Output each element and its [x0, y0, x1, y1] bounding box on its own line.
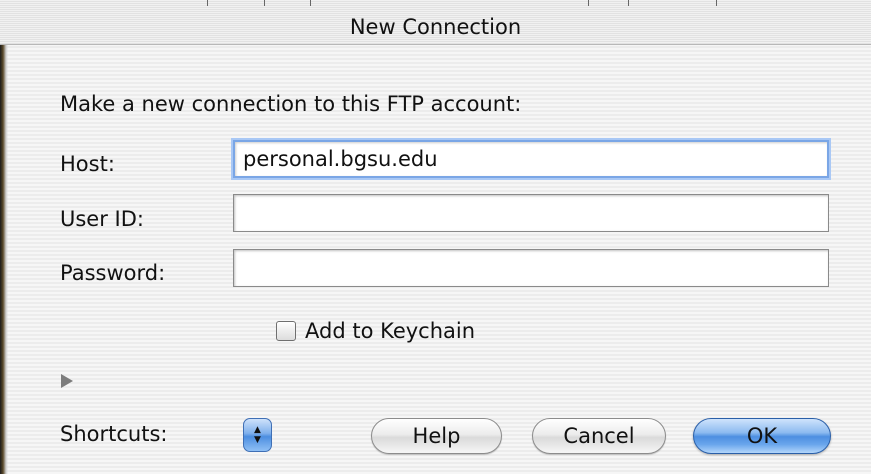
title-bar-tick	[207, 0, 208, 6]
host-label: Host:	[60, 152, 115, 176]
background-window-edge	[0, 0, 8, 474]
add-to-keychain-checkbox[interactable]	[276, 321, 296, 341]
title-bar-tick	[628, 0, 629, 6]
new-connection-dialog: New Connection Make a new connection to …	[0, 0, 871, 474]
user-id-label: User ID:	[60, 207, 144, 231]
add-to-keychain-label: Add to Keychain	[305, 319, 476, 343]
shortcuts-label: Shortcuts:	[60, 422, 168, 446]
password-label: Password:	[60, 261, 166, 285]
user-id-field[interactable]	[233, 194, 829, 232]
popup-arrows-icon: ▲ ▼	[254, 425, 261, 445]
password-field[interactable]	[233, 249, 829, 287]
title-bar-tick	[716, 0, 717, 6]
disclosure-triangle-icon[interactable]	[61, 374, 73, 388]
dialog-title: New Connection	[349, 15, 522, 39]
ok-button[interactable]: OK	[693, 418, 831, 454]
title-bar-tick	[588, 0, 589, 6]
title-bar-tick	[310, 0, 311, 6]
shortcuts-popup-button[interactable]: ▲ ▼	[243, 418, 272, 452]
host-field[interactable]	[233, 140, 829, 178]
help-button[interactable]: Help	[371, 418, 502, 454]
cancel-button[interactable]: Cancel	[532, 418, 666, 454]
add-to-keychain-option[interactable]: Add to Keychain	[276, 316, 475, 346]
dialog-prompt: Make a new connection to this FTP accoun…	[60, 92, 522, 116]
title-bar-tick	[264, 0, 265, 6]
title-bar[interactable]: New Connection	[0, 0, 871, 45]
